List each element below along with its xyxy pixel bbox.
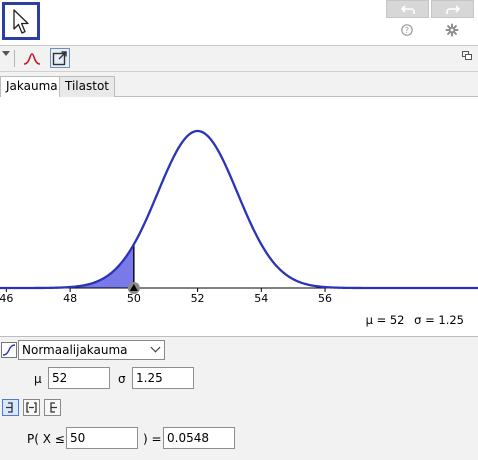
probability-result[interactable]: 0.0548 [163,427,235,449]
distribution-select[interactable]: Normaalijakauma [18,340,165,360]
move-tool-button[interactable] [2,2,40,40]
distribution-plot[interactable]: 46 48 50 52 54 56 μ = 52 σ = 1.25 [0,97,478,335]
mu-input[interactable]: 52 [48,367,110,389]
two-sided-button[interactable] [23,399,40,416]
export-icon [52,51,67,66]
arrow-pointer-icon [13,9,29,34]
normal-curve-icon[interactable] [22,48,42,68]
separator [14,50,15,67]
distribution-select-value: Normaalijakauma [22,343,128,357]
right-sided-button[interactable] [44,399,61,416]
gear-icon[interactable] [445,23,459,37]
sigma-input[interactable]: 1.25 [132,367,194,389]
tab-jakauma[interactable]: Jakauma [0,76,64,98]
density-curve [0,129,478,290]
x-tick-label: 54 [254,292,268,305]
chevron-down-icon [150,342,161,353]
right-sided-icon [50,402,57,413]
x-tick-label: 52 [191,292,205,305]
left-sided-icon [6,402,13,413]
distribution-controls: Normaalijakauma μ 52 σ 1.25 P( X ≤ 50 ) … [0,336,478,460]
probability-equals: ) = [143,432,162,446]
main-toolbar: ? [0,0,478,46]
view-panel-header [0,46,478,72]
mu-readout: μ = 52 [365,313,405,327]
undo-icon [401,5,415,14]
left-sided-button[interactable] [2,399,19,416]
redo-icon [446,5,460,14]
export-button[interactable] [50,48,70,68]
tab-tilastot[interactable]: Tilastot [59,76,115,97]
sigma-readout: σ = 1.25 [414,313,464,327]
dock-icon[interactable] [462,51,472,60]
cumulative-curve-icon [2,344,16,356]
probability-bound-input[interactable]: 50 [66,427,138,449]
sigma-label: σ [118,372,126,386]
cumulative-toggle-button[interactable] [1,342,17,358]
tab-bar: Jakauma Tilastot [0,72,478,98]
two-sided-icon [26,402,37,413]
x-tick-label: 56 [318,292,332,305]
panel-menu-toggle[interactable] [2,51,10,56]
redo-button[interactable] [431,0,474,18]
distribution-graph[interactable]: 46 48 50 52 54 56 [0,97,478,335]
parameter-readout: μ = 52 σ = 1.25 [360,313,464,327]
shaded-probability-area [0,244,134,288]
probability-prefix: P( X ≤ [27,432,65,446]
svg-text:?: ? [405,26,409,35]
x-tick-label: 48 [63,292,77,305]
mu-label: μ [34,372,42,386]
help-icon[interactable]: ? [400,23,414,37]
undo-button[interactable] [386,0,429,18]
x-tick-label: 46 [0,292,13,305]
